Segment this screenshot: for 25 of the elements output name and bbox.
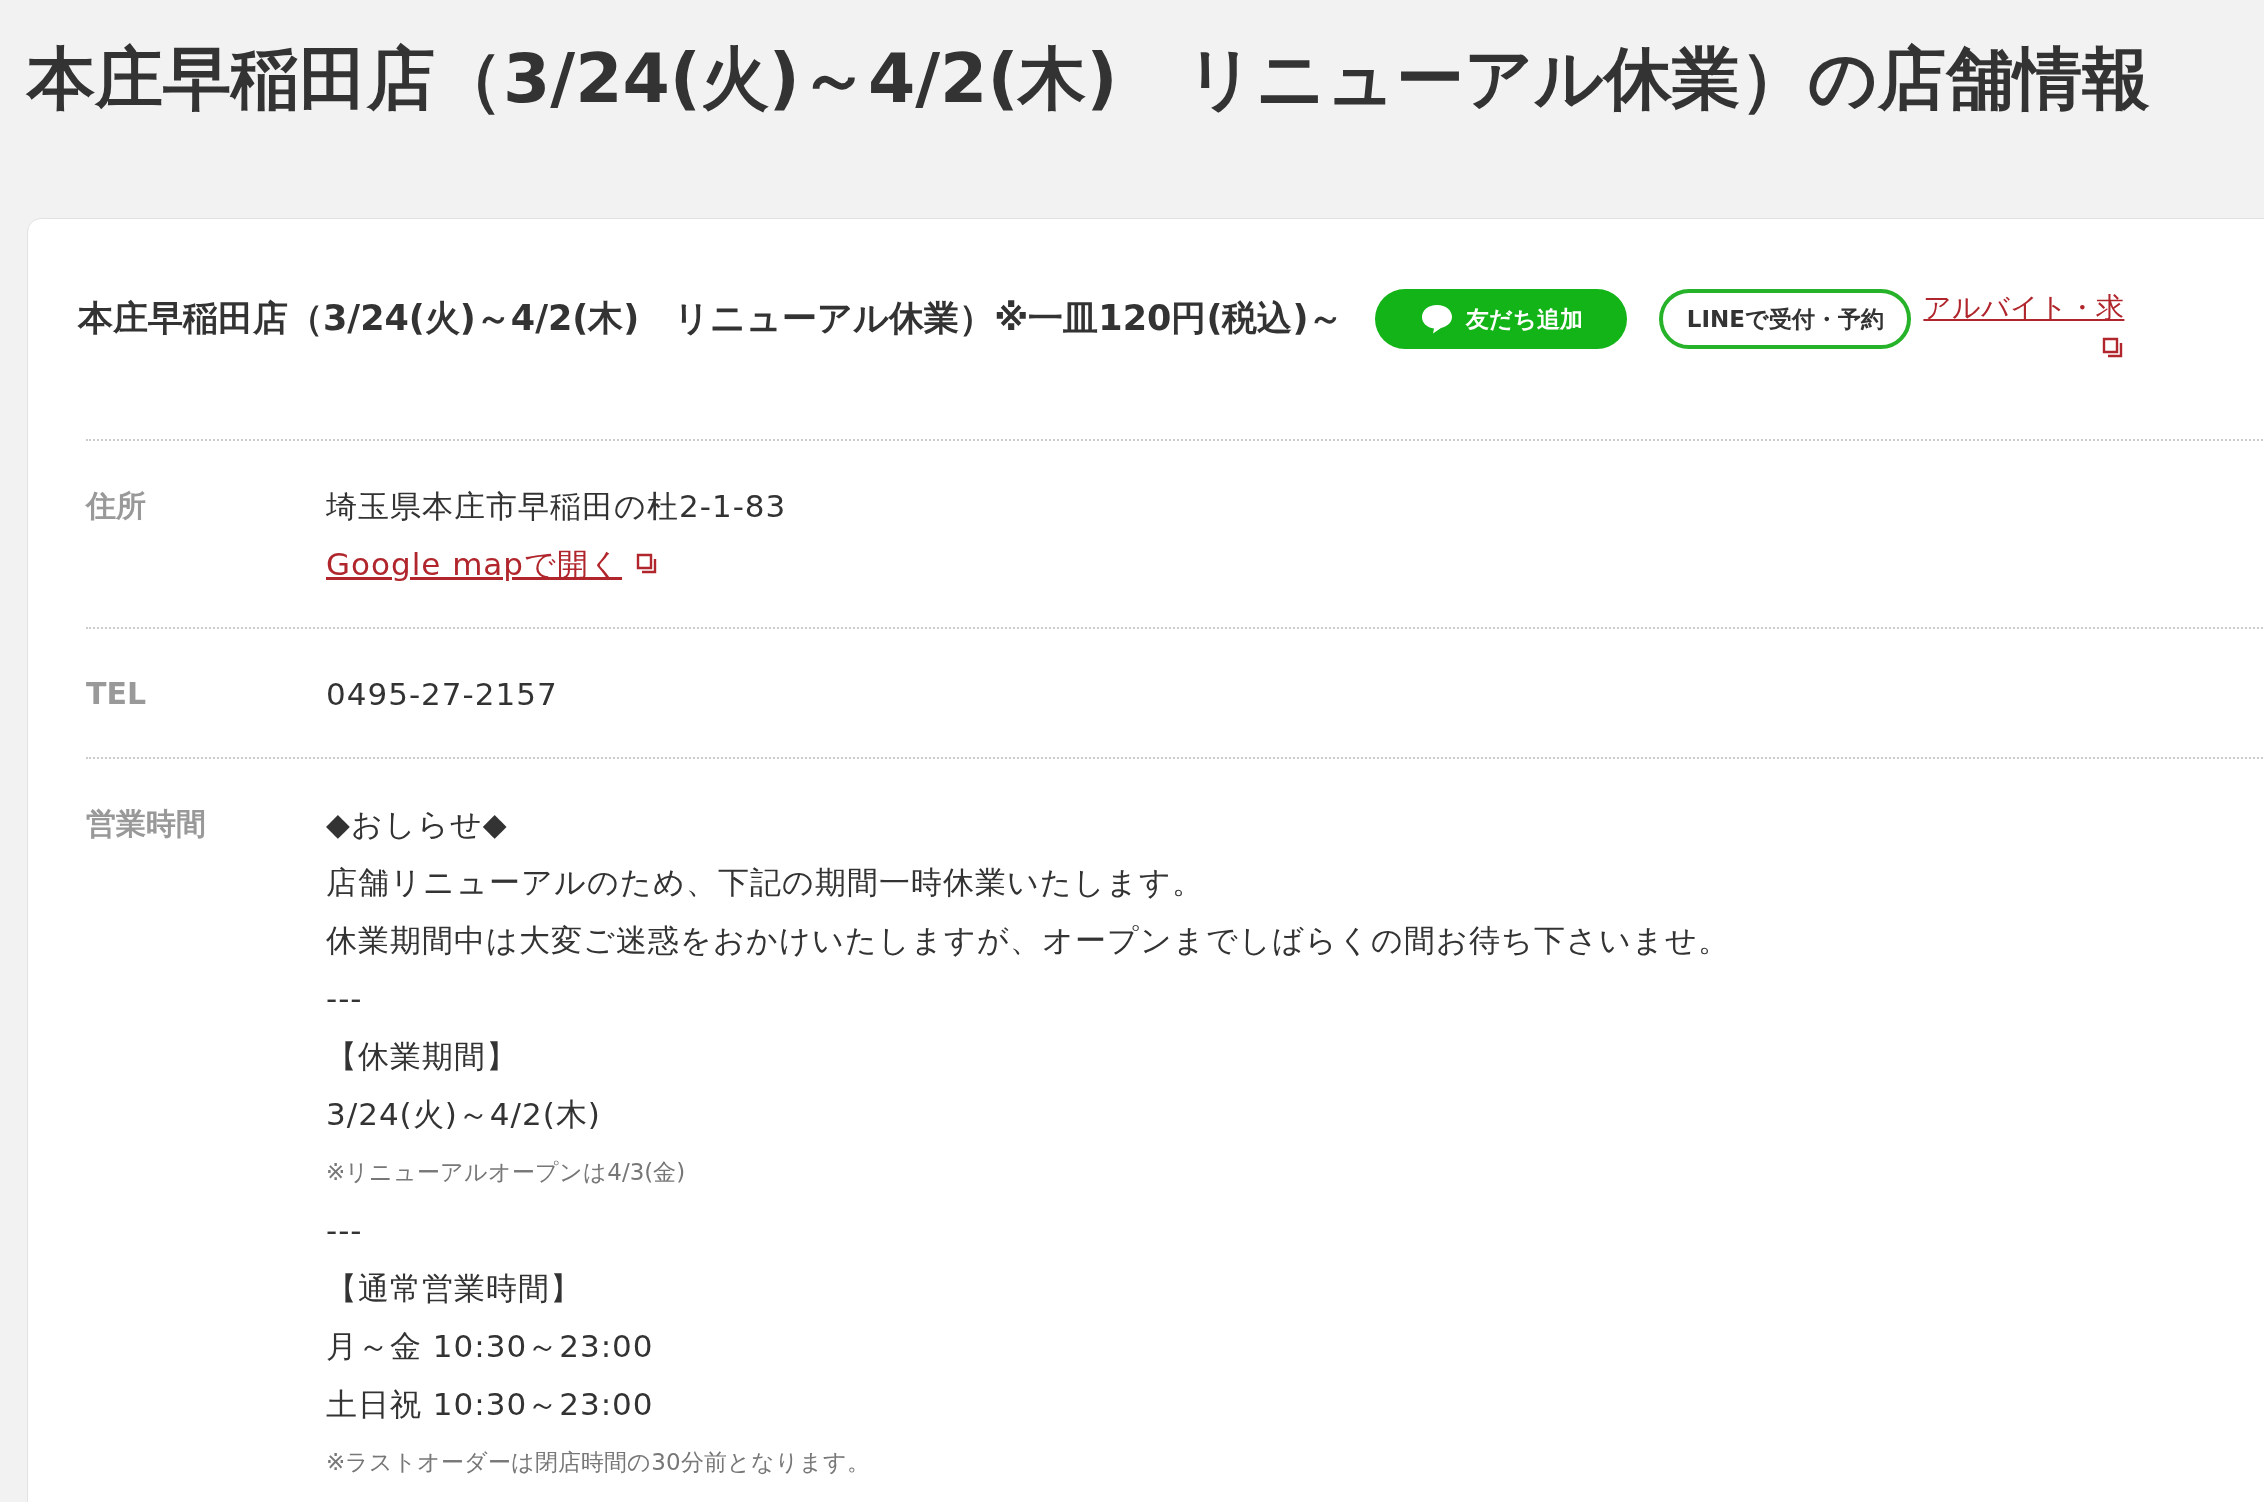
info-text: 【休業期間】	[326, 1037, 519, 1076]
job-link[interactable]: アルバイト・求	[1923, 289, 2125, 327]
external-link-icon	[2102, 337, 2125, 359]
store-title: 本庄早稲田店（3/24(火)～4/2(木) リニューアル休業）※一皿120円(税込)～	[78, 297, 1344, 340]
reserve-button[interactable]: LINEで受付・予約	[1659, 289, 1912, 349]
info-text: 0495-27-2157	[326, 675, 558, 714]
info-text: ---	[326, 1211, 364, 1250]
info-text: 3/24(火)～4/2(木)	[326, 1095, 602, 1134]
chat-bubble-icon	[1419, 303, 1454, 335]
info-text: 月～金 10:30～23:00	[326, 1327, 655, 1366]
info-text: 埼玉県本庄市早稲田の杜2-1-83	[326, 487, 787, 526]
info-text: 土日祝 10:30～23:00	[326, 1385, 655, 1424]
page-title: 本庄早稲田店（3/24(火)～4/2(木) リニューアル休業）の店舗情報	[25, 38, 2151, 120]
info-text: 【通常営業時間】	[326, 1269, 583, 1308]
info-text: ---	[326, 979, 364, 1018]
info-text: ◆おしらせ◆	[326, 805, 509, 844]
info-text: 店舗リニューアルのため、下記の期間一時休業いたします。	[326, 863, 1205, 902]
note-text: ※リニューアルオープンは4/3(金)	[326, 1158, 687, 1187]
row-label: 営業時間	[86, 805, 207, 843]
note-text: ※ラストオーダーは閉店時間の30分前となります。	[326, 1448, 871, 1477]
row-label: TEL	[86, 675, 148, 713]
map-link[interactable]: Google mapで開く	[326, 535, 623, 593]
info-text: 休業期間中は大変ご迷惑をおかけいたしますが、オープンまでしばらくの間お待ち下さいませ。	[326, 921, 1730, 960]
row-label: 住所	[86, 487, 147, 525]
external-link-icon	[636, 553, 659, 575]
